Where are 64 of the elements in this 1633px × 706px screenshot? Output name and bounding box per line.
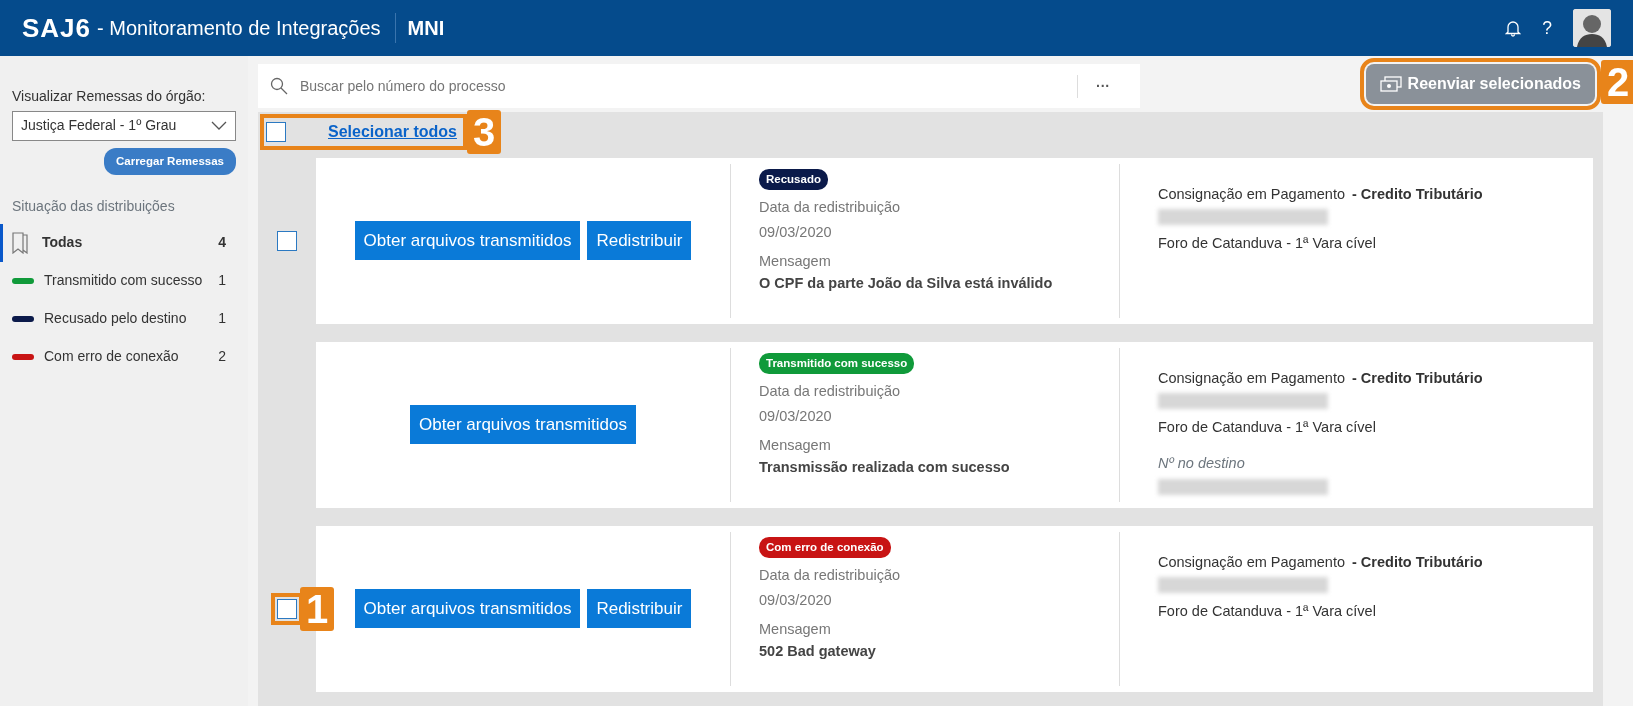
filter-count: 2 [218, 347, 226, 367]
field-label: Mensagem [759, 619, 832, 639]
download-files-button[interactable]: Obter arquivos transmitidos [354, 220, 581, 261]
select-all-link[interactable]: Selecionar todos [328, 119, 457, 144]
message-text: 502 Bad gateway [759, 641, 877, 661]
message-text: Transmissão realizada com sucesso [759, 457, 1011, 477]
money-icon [1379, 76, 1402, 92]
status-filter-item[interactable]: Todas 4 [0, 223, 236, 262]
search-icon [270, 77, 288, 95]
message-text: O CPF da parte João da Silva está inválido [759, 273, 1054, 293]
class-name: Consignação em Pagamento [1158, 553, 1345, 570]
callout-number: 2 [1601, 60, 1633, 104]
callout-number: 3 [466, 109, 502, 154]
chevron-down-icon [211, 121, 227, 130]
field-label: Nº no destino [1158, 454, 1246, 473]
field-label: Data da redistribuição [759, 565, 902, 585]
date-value: 09/03/2020 [759, 407, 833, 426]
status-heading: Situação das distribuições [12, 196, 176, 216]
load-button[interactable]: Carregar Remessas [103, 147, 236, 175]
search-field[interactable]: Buscar pelo número do processo ··· [258, 64, 1140, 108]
class-name: Consignação em Pagamento [1158, 185, 1345, 202]
logo: SAJ6 [22, 11, 92, 45]
help-button[interactable]: ? [1542, 14, 1552, 42]
download-files-button[interactable]: Obter arquivos transmitidos [410, 404, 636, 445]
more-button[interactable]: ··· [1077, 74, 1116, 98]
date-value: 09/03/2020 [759, 591, 833, 610]
module-name: MNI [394, 13, 445, 43]
bell-icon[interactable] [1505, 19, 1522, 37]
field-label: Data da redistribuição [759, 197, 902, 217]
status-filter-item[interactable]: Transmitido com sucesso 1 [12, 261, 236, 300]
court-text: Foro de Catanduva - 1ª Vara cível [1158, 234, 1377, 254]
filter-label: Com erro de conexão [44, 347, 179, 367]
subject-text: - Credito Tributário [1352, 553, 1483, 570]
avatar[interactable] [1573, 9, 1611, 47]
court-text: Foro de Catanduva - 1ª Vara cível [1158, 418, 1377, 438]
date-value: 09/03/2020 [759, 223, 833, 242]
class-name: Consignação em Pagamento [1158, 369, 1345, 386]
filter-count: 1 [218, 309, 226, 329]
download-files-button[interactable]: Obter arquivos transmitidos [354, 588, 581, 629]
status-filter-item[interactable]: Com erro de conexão 2 [12, 337, 236, 376]
field-label: Mensagem [759, 435, 832, 455]
org-label: Visualizar Remessas do órgão: [12, 87, 207, 106]
filter-label: Transmitido com sucesso [44, 271, 203, 291]
bookmark-icon [12, 231, 28, 254]
field-label: Data da redistribuição [759, 381, 902, 401]
court-text: Foro de Catanduva - 1ª Vara cível [1158, 602, 1377, 622]
callout-number: 1 [300, 586, 335, 631]
org-select[interactable]: Justiça Federal - 1º Grau [12, 110, 236, 141]
subject-text: - Credito Tributário [1352, 185, 1483, 202]
checkbox[interactable] [277, 230, 297, 251]
status-tag: Recusado [759, 168, 828, 190]
filter-count: 4 [218, 233, 226, 253]
filter-label: Todas [42, 233, 83, 253]
status-filter-item[interactable]: Recusado pelo destino 1 [12, 299, 236, 338]
filter-label: Recusado pelo destino [44, 309, 187, 329]
status-tag: Transmitido com sucesso [759, 352, 915, 374]
status-tag: Com erro de conexão [759, 536, 891, 558]
checkbox[interactable] [266, 121, 286, 142]
redistribute-button[interactable]: Redistribuir [587, 220, 692, 261]
app-title: - Monitoramento de Integrações [97, 16, 381, 41]
field-label: Mensagem [759, 251, 832, 271]
redistribute-button[interactable]: Redistribuir [587, 588, 692, 629]
filter-count: 1 [218, 271, 226, 291]
subject-text: - Credito Tributário [1352, 369, 1483, 386]
